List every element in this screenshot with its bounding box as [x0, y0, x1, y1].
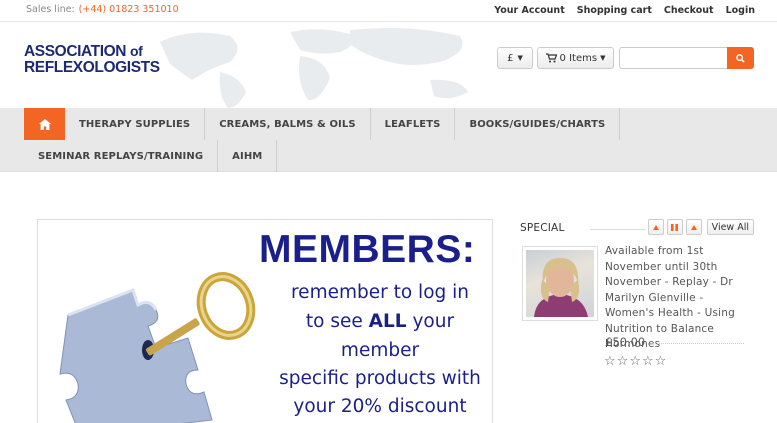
banner-line-5: your 20% discount [293, 396, 467, 417]
sales-line: Sales line: (+44) 01823 351010 [26, 4, 179, 15]
login-link[interactable]: Login [726, 5, 755, 16]
sales-phone[interactable]: (+44) 01823 351010 [79, 4, 179, 15]
chevron-down-icon: ▼ [517, 54, 523, 62]
chevron-down-icon: ▼ [600, 54, 606, 62]
nav-seminar-replays-training[interactable]: SEMINAR REPLAYS/TRAINING [24, 140, 219, 172]
currency-label: £ [507, 52, 514, 64]
nav-row-1: THERAPY SUPPLIES CREAMS, BALMS & OILS LE… [24, 108, 621, 140]
special-panel: SPECIAL View All Available from 1st Nove… [520, 219, 754, 369]
product-thumbnail[interactable] [522, 246, 598, 321]
top-bar: Sales line: (+44) 01823 351010 Your Accou… [0, 0, 777, 22]
star-empty-icon: ☆ [629, 354, 641, 369]
special-controls: View All [647, 219, 754, 235]
shopping-cart-link[interactable]: Shopping cart [577, 5, 652, 16]
site-logo[interactable]: ASSOCIATION of REFLEXOLOGISTS [24, 43, 160, 76]
pause-button[interactable] [666, 219, 683, 235]
cart-count-label: 0 Items [559, 52, 598, 64]
nav-row-2: SEMINAR REPLAYS/TRAINING AIHM [24, 140, 278, 172]
nav-home-button[interactable] [24, 108, 65, 140]
star-empty-icon: ☆ [654, 354, 667, 369]
nav-therapy-supplies[interactable]: THERAPY SUPPLIES [65, 108, 206, 140]
divider [590, 229, 646, 230]
search-button[interactable] [727, 47, 754, 69]
pause-icon [671, 223, 679, 231]
banner-line-2-pre: to see [305, 311, 363, 332]
banner-line-4: specific products with [279, 368, 481, 389]
rating-stars: ☆ ☆ ☆ ☆ ☆ [604, 354, 666, 369]
star-empty-icon: ☆ [616, 354, 629, 369]
world-map-background [160, 28, 468, 108]
currency-dropdown[interactable]: £ ▼ [497, 47, 533, 69]
puzzle-key-illustration [59, 272, 256, 423]
nav-leaflets[interactable]: LEAFLETS [371, 108, 456, 140]
banner-line-2: to see ALL your [250, 311, 492, 332]
special-title: SPECIAL [520, 222, 565, 234]
special-header: SPECIAL View All [520, 219, 754, 237]
cart-dropdown[interactable]: 0 Items ▼ [537, 47, 614, 69]
arrow-up-icon [690, 224, 697, 230]
banner-line-2-post: your [412, 311, 455, 332]
checkout-link[interactable]: Checkout [664, 5, 714, 16]
star-empty-icon: ☆ [641, 354, 654, 369]
nav-aihm[interactable]: AIHM [218, 140, 278, 172]
search-icon [736, 53, 745, 63]
logo-line1: ASSOCIATION [24, 43, 127, 60]
main-content: MEMBERS: remember to log in to see ALL y… [0, 172, 777, 423]
nav-books-guides-charts[interactable]: BOOKS/GUIDES/CHARTS [455, 108, 621, 140]
divider [651, 343, 744, 344]
cart-icon [545, 53, 557, 63]
search-input[interactable] [619, 47, 727, 69]
star-empty-icon: ☆ [604, 354, 616, 369]
main-nav: THERAPY SUPPLIES CREAMS, BALMS & OILS LE… [0, 108, 777, 172]
next-button[interactable] [685, 219, 702, 235]
banner-line-1: remember to log in [290, 282, 470, 303]
banner-title: MEMBERS: [259, 228, 476, 271]
prev-button[interactable] [647, 219, 664, 235]
logo-of: of [130, 43, 143, 59]
account-links: Your Account Shopping cart Checkout Logi… [494, 5, 755, 16]
product-price: £50.00 [605, 335, 646, 349]
product-photo [526, 250, 594, 317]
arrow-up-icon [652, 224, 659, 230]
banner-line-2-bold: ALL [368, 311, 407, 332]
sales-label: Sales line: [26, 4, 75, 15]
logo-line2: REFLEXOLOGISTS [24, 59, 160, 76]
nav-creams-balms-oils[interactable]: CREAMS, BALMS & OILS [205, 108, 371, 140]
header-controls: £ ▼ 0 Items ▼ [497, 47, 754, 69]
home-icon [38, 118, 51, 130]
site-header: ASSOCIATION of REFLEXOLOGISTS £ ▼ 0 Item… [0, 22, 777, 108]
members-banner[interactable]: MEMBERS: remember to log in to see ALL y… [37, 219, 493, 423]
banner-line-3: member [340, 340, 420, 361]
your-account-link[interactable]: Your Account [494, 5, 565, 16]
view-all-button[interactable]: View All [706, 219, 754, 235]
